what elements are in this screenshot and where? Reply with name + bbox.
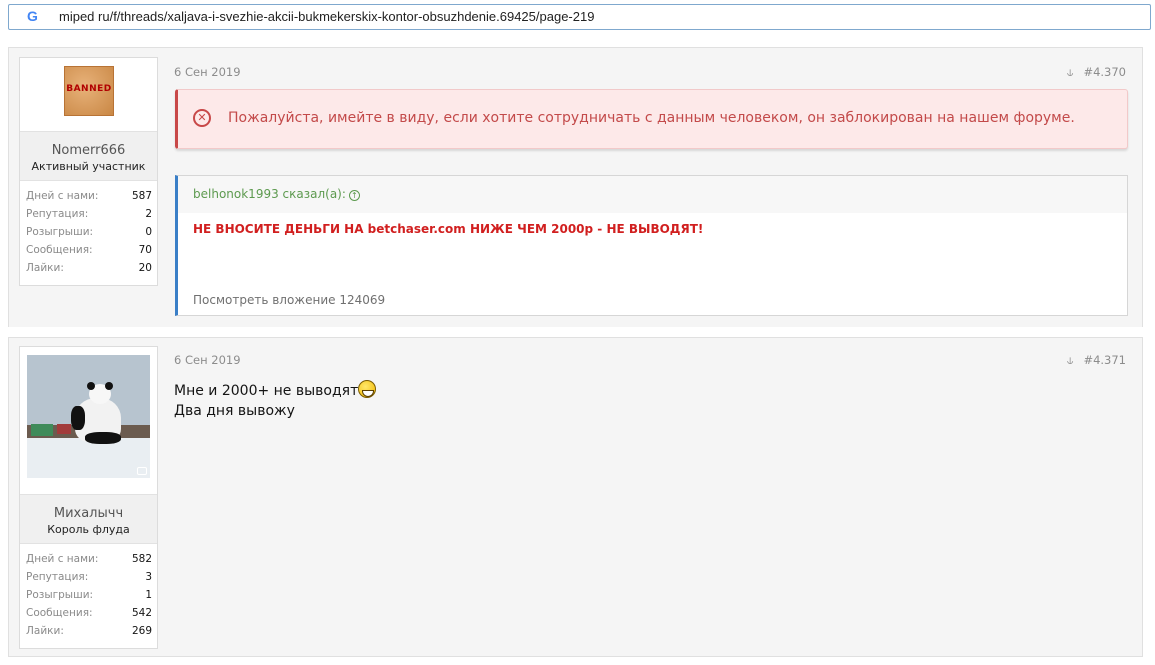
user-stats: Дней с нами: 582 Репутация: 3 Розыгрыши: 1 …	[26, 553, 152, 643]
post: Михалычч Король флуда Дней с нами: 582 Ре…	[8, 337, 1143, 657]
user-title: Король флуда	[47, 523, 130, 536]
stat-label: Репутация:	[26, 208, 89, 220]
post-meta-right: ⫝ #4.370	[1067, 65, 1126, 80]
post-body: Мне и 2000+ не выводят Два дня вывожу	[174, 380, 377, 421]
stat-row: Сообщения: 542	[26, 607, 152, 625]
stat-label: Розыгрыши:	[26, 589, 94, 601]
stat-label: Сообщения:	[26, 607, 93, 619]
stat-label: Репутация:	[26, 571, 89, 583]
notice-text: Пожалуйста, имейте в виду, если хотите с…	[228, 110, 1075, 126]
stat-row: Репутация: 3	[26, 571, 152, 589]
user-info-panel: Михалычч Король флуда Дней с нами: 582 Ре…	[19, 346, 158, 649]
stat-label: Дней с нами:	[26, 190, 99, 202]
share-icon[interactable]: ⫝	[1067, 354, 1074, 367]
stat-value: 1	[145, 589, 152, 601]
username-link[interactable]: Михалычч	[20, 506, 157, 521]
user-info-panel: BANNED Nomerr666 Активный участник Дней …	[19, 57, 158, 286]
avatar[interactable]	[20, 347, 157, 494]
post-body-line: Мне и 2000+ не выводят	[174, 383, 359, 399]
stat-value: 3	[145, 571, 152, 583]
stat-label: Розыгрыши:	[26, 226, 94, 238]
stat-row: Лайки: 20	[26, 262, 152, 280]
stat-label: Лайки:	[26, 625, 64, 637]
user-name-block: Nomerr666 Активный участник	[20, 131, 157, 181]
camera-icon	[137, 467, 147, 475]
quote-author-text: belhonok1993 сказал(а):	[193, 187, 346, 201]
stat-row: Дней с нами: 582	[26, 553, 152, 571]
error-circle-icon: ✕	[193, 109, 211, 127]
stat-row: Дней с нами: 587	[26, 190, 152, 208]
quote-header: belhonok1993 сказал(а): ↑	[178, 176, 1127, 213]
panda-photo-avatar[interactable]	[27, 355, 150, 478]
post-date[interactable]: 6 Сен 2019	[174, 353, 241, 367]
post-number[interactable]: #4.370	[1083, 65, 1126, 79]
banned-user-notice: ✕ Пожалуйста, имейте в виду, если хотите…	[175, 89, 1128, 149]
stat-row: Розыгрыши: 0	[26, 226, 152, 244]
stat-label: Лайки:	[26, 262, 64, 274]
banned-label: BANNED	[66, 84, 112, 94]
stat-label: Сообщения:	[26, 244, 93, 256]
arrow-up-icon[interactable]: ↑	[348, 190, 360, 201]
attachment-link[interactable]: Посмотреть вложение 124069	[193, 293, 385, 307]
quote-text: НЕ ВНОСИТЕ ДЕНЬГИ НА betchaser.com НИЖЕ …	[193, 222, 704, 236]
user-title: Активный участник	[31, 160, 146, 173]
stat-row: Лайки: 269	[26, 625, 152, 643]
grin-smiley-icon	[358, 380, 377, 398]
post-number[interactable]: #4.371	[1083, 353, 1126, 367]
stat-label: Дней с нами:	[26, 553, 99, 565]
stat-value: 587	[131, 190, 152, 202]
stat-value: 20	[138, 262, 152, 274]
post-body-line: Два дня вывожу	[174, 403, 295, 419]
post-date[interactable]: 6 Сен 2019	[174, 65, 241, 79]
stat-row: Репутация: 2	[26, 208, 152, 226]
quote-author[interactable]: belhonok1993 сказал(а): ↑	[193, 187, 360, 201]
address-bar[interactable]: G miped ru/f/threads/xaljava-i-svezhie-a…	[8, 4, 1151, 30]
post-meta-right: ⫝ #4.371	[1067, 353, 1126, 368]
stat-value: 582	[131, 553, 152, 565]
stat-row: Сообщения: 70	[26, 244, 152, 262]
user-stats: Дней с нами: 587 Репутация: 2 Розыгрыши: 0 …	[26, 190, 152, 280]
avatar[interactable]: BANNED	[20, 58, 157, 131]
banned-avatar-image[interactable]: BANNED	[64, 66, 114, 116]
stat-row: Розыгрыши: 1	[26, 589, 152, 607]
stat-value: 269	[131, 625, 152, 637]
stat-value: 70	[138, 244, 152, 256]
url-text[interactable]: miped ru/f/threads/xaljava-i-svezhie-akc…	[59, 9, 594, 24]
google-g-icon: G	[27, 8, 38, 24]
quote-block: belhonok1993 сказал(а): ↑ НЕ ВНОСИТЕ ДЕНЬ…	[175, 175, 1128, 316]
stat-value: 542	[131, 607, 152, 619]
post: BANNED Nomerr666 Активный участник Дней …	[8, 47, 1143, 327]
stat-value: 2	[145, 208, 152, 220]
user-name-block: Михалычч Король флуда	[20, 494, 157, 544]
share-icon[interactable]: ⫝	[1067, 66, 1074, 79]
stat-value: 0	[145, 226, 152, 238]
username-link[interactable]: Nomerr666	[20, 143, 157, 158]
